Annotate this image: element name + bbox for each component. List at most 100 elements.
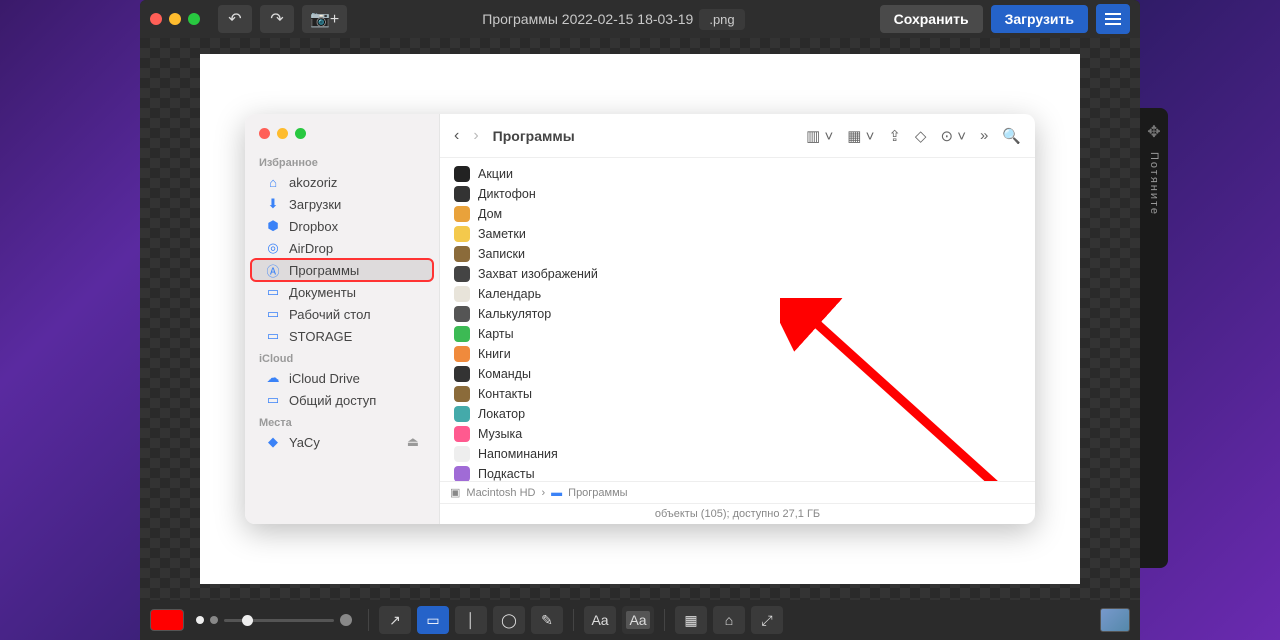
- tool-pencil[interactable]: ✎: [531, 606, 563, 634]
- editor-titlebar: ↶ ↷ 📷+ Программы 2022-02-15 18-03-19 .pn…: [140, 0, 1140, 38]
- sidebar-item-icon: ☁: [265, 370, 281, 386]
- app-item[interactable]: Калькулятор: [454, 304, 1035, 324]
- tool-ellipse[interactable]: ◯: [493, 606, 525, 634]
- tool-arrow[interactable]: ↗: [379, 606, 411, 634]
- maximize-icon[interactable]: [295, 128, 306, 139]
- thumbnail-preview[interactable]: [1100, 608, 1130, 632]
- view-columns-icon[interactable]: ▥ ˅: [806, 127, 833, 145]
- undo-button[interactable]: ↶: [218, 5, 252, 33]
- sidebar-item[interactable]: ▭STORAGE: [251, 325, 433, 347]
- color-swatch[interactable]: [150, 609, 184, 631]
- editor-canvas[interactable]: ✥ Потяните Избранное ⌂akozoriz⬇Загрузки⬢…: [140, 38, 1140, 600]
- tool-blur[interactable]: ▦: [675, 606, 707, 634]
- app-item[interactable]: Карты: [454, 324, 1035, 344]
- app-icon: [454, 446, 470, 462]
- sidebar-item-label: YaCy: [289, 435, 320, 450]
- app-item[interactable]: Контакты: [454, 384, 1035, 404]
- sidebar-item-label: AirDrop: [289, 241, 333, 256]
- tool-text-bg[interactable]: Aa: [622, 606, 654, 634]
- disk-icon: ▣: [450, 486, 460, 499]
- app-item[interactable]: Книги: [454, 344, 1035, 364]
- capture-button[interactable]: 📷+: [302, 5, 347, 33]
- app-label: Музыка: [478, 427, 522, 441]
- tag-icon[interactable]: ◇: [915, 127, 927, 145]
- app-icon: [454, 426, 470, 442]
- sidebar-item-icon: ◆: [265, 434, 281, 450]
- app-icon: [454, 326, 470, 342]
- app-item[interactable]: Заметки: [454, 224, 1035, 244]
- eject-icon[interactable]: ⏏: [407, 434, 419, 450]
- app-label: Локатор: [478, 407, 525, 421]
- save-button[interactable]: Сохранить: [880, 5, 983, 33]
- more-icon[interactable]: »: [980, 127, 988, 144]
- finder-window: Избранное ⌂akozoriz⬇Загрузки⬢Dropbox◎Air…: [245, 114, 1035, 524]
- forward-button[interactable]: ›: [473, 127, 478, 145]
- app-item[interactable]: Записки: [454, 244, 1035, 264]
- tool-crop[interactable]: ⌂: [713, 606, 745, 634]
- finder-main: ‹ › Программы ▥ ˅ ▦ ˅ ⇪ ◇ ⊙ ˅ » 🔍: [440, 114, 1035, 524]
- sidebar-item[interactable]: ☁iCloud Drive: [251, 367, 433, 389]
- app-item[interactable]: Музыка: [454, 424, 1035, 444]
- minimize-icon[interactable]: [277, 128, 288, 139]
- app-label: Подкасты: [478, 467, 535, 481]
- finder-content[interactable]: АкцииДиктофонДомЗаметкиЗапискиЗахват изо…: [440, 158, 1035, 481]
- redo-button[interactable]: ↷: [260, 5, 294, 33]
- close-icon[interactable]: [259, 128, 270, 139]
- drag-label: Потяните: [1148, 152, 1160, 216]
- app-item[interactable]: Акции: [454, 164, 1035, 184]
- sidebar-item[interactable]: ⒶПрограммы: [251, 259, 433, 281]
- screenshot-editor-window: ↶ ↷ 📷+ Программы 2022-02-15 18-03-19 .pn…: [140, 0, 1140, 640]
- app-item[interactable]: Дом: [454, 204, 1035, 224]
- back-button[interactable]: ‹: [454, 127, 459, 145]
- screenshot-content: Избранное ⌂akozoriz⬇Загрузки⬢Dropbox◎Air…: [200, 54, 1080, 584]
- app-icon: [454, 466, 470, 481]
- file-extension[interactable]: .png: [699, 9, 744, 30]
- actions-icon[interactable]: ⊙ ˅: [940, 127, 966, 145]
- sidebar-item[interactable]: ◆ YaCy ⏏: [251, 431, 433, 453]
- tool-expand[interactable]: ⤢: [751, 606, 783, 634]
- app-icon: [454, 346, 470, 362]
- sidebar-item[interactable]: ⬢Dropbox: [251, 215, 433, 237]
- share-icon[interactable]: ⇪: [888, 127, 901, 145]
- sidebar-item[interactable]: ▭Общий доступ: [251, 389, 433, 411]
- app-item[interactable]: Диктофон: [454, 184, 1035, 204]
- tool-text[interactable]: Aa: [584, 606, 616, 634]
- finder-sidebar: Избранное ⌂akozoriz⬇Загрузки⬢Dropbox◎Air…: [245, 114, 440, 524]
- minimize-icon[interactable]: [169, 13, 181, 25]
- tool-line[interactable]: │: [455, 606, 487, 634]
- finder-location: Программы: [493, 128, 575, 144]
- editor-bottom-toolbar: ↗ ▭ │ ◯ ✎ Aa Aa ▦ ⌂ ⤢: [140, 600, 1140, 640]
- stroke-width-slider[interactable]: [196, 614, 352, 626]
- app-item[interactable]: Команды: [454, 364, 1035, 384]
- sidebar-section-places: Места: [245, 411, 439, 431]
- app-icon: [454, 226, 470, 242]
- path-disk: Macintosh HD: [466, 487, 535, 499]
- upload-button[interactable]: Загрузить: [991, 5, 1088, 33]
- sidebar-item-label: Документы: [289, 285, 356, 300]
- search-icon[interactable]: 🔍: [1002, 127, 1021, 145]
- sidebar-item-label: Программы: [289, 263, 359, 278]
- sidebar-item-label: akozoriz: [289, 175, 337, 190]
- menu-button[interactable]: [1096, 4, 1130, 34]
- maximize-icon[interactable]: [188, 13, 200, 25]
- app-item[interactable]: Подкасты: [454, 464, 1035, 481]
- app-label: Контакты: [478, 387, 532, 401]
- view-grid-icon[interactable]: ▦ ˅: [847, 127, 874, 145]
- close-icon[interactable]: [150, 13, 162, 25]
- app-item[interactable]: Захват изображений: [454, 264, 1035, 284]
- app-item[interactable]: Локатор: [454, 404, 1035, 424]
- finder-path-bar[interactable]: ▣ Macintosh HD › ▬ Программы: [440, 481, 1035, 503]
- sidebar-item[interactable]: ⌂akozoriz: [251, 171, 433, 193]
- sidebar-section-favorites: Избранное: [245, 151, 439, 171]
- app-icon: [454, 246, 470, 262]
- editor-title: Программы 2022-02-15 18-03-19 .png: [355, 9, 871, 30]
- sidebar-item[interactable]: ◎AirDrop: [251, 237, 433, 259]
- tool-rectangle[interactable]: ▭: [417, 606, 449, 634]
- app-item[interactable]: Напоминания: [454, 444, 1035, 464]
- sidebar-item[interactable]: ▭Рабочий стол: [251, 303, 433, 325]
- drag-handle-tab[interactable]: ✥ Потяните: [1140, 108, 1168, 568]
- app-item[interactable]: Календарь: [454, 284, 1035, 304]
- sidebar-item[interactable]: ⬇Загрузки: [251, 193, 433, 215]
- sidebar-item[interactable]: ▭Документы: [251, 281, 433, 303]
- app-icon: [454, 386, 470, 402]
